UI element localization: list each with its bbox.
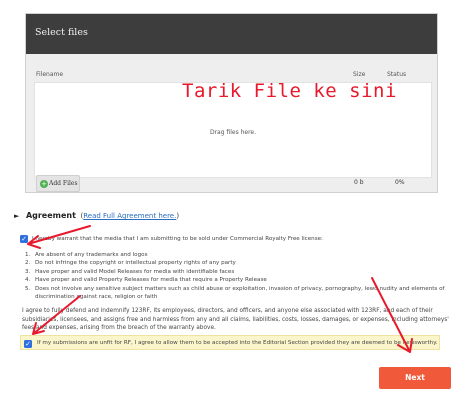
arrow-next <box>371 277 413 353</box>
arrow-editorial <box>32 295 81 335</box>
annotation-arrows <box>27 225 413 353</box>
arrow-warranty <box>27 225 91 249</box>
